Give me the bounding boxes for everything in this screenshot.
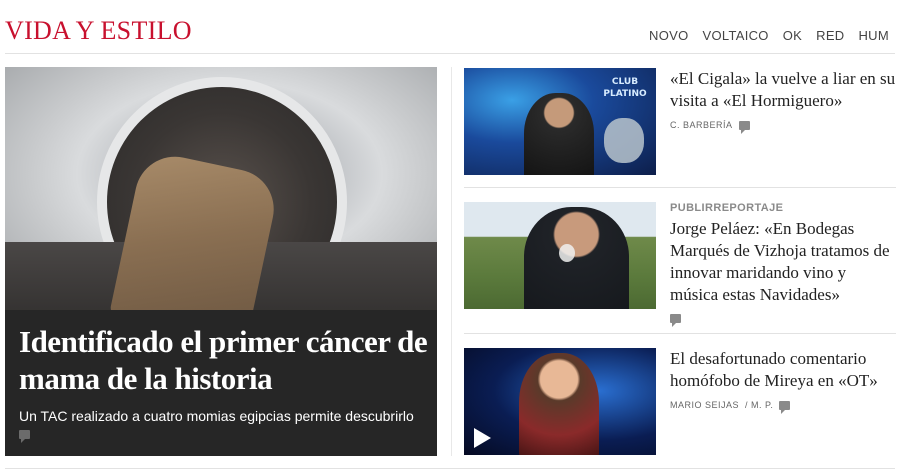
subnav-item-hum[interactable]: HUM <box>858 28 889 43</box>
studio-sign: CLUB PLATINO <box>603 77 647 99</box>
story-kicker: PUBLIRREPORTAJE <box>670 202 784 214</box>
story-divider <box>464 187 896 188</box>
side-story-text: El desafortunado comentario homófobo de … <box>670 348 898 414</box>
main-story-headline[interactable]: Identificado el primer cáncer de mama de… <box>19 323 429 397</box>
comment-icon[interactable] <box>779 400 791 414</box>
section-title[interactable]: VIDA Y ESTILO <box>5 16 192 46</box>
side-story-thumbnail[interactable] <box>464 348 656 455</box>
side-story-byline: MARIO SEIJAS / M. P. <box>670 400 898 414</box>
side-story-headline[interactable]: El desafortunado comentario homófobo de … <box>670 348 898 392</box>
person-shape <box>524 207 629 309</box>
side-story-byline <box>670 314 898 327</box>
wine-glass-shape <box>559 244 575 262</box>
story-divider <box>464 333 896 334</box>
subnav-item-voltaico[interactable]: VOLTAICO <box>703 28 769 43</box>
author-name-secondary[interactable]: / M. P. <box>745 400 773 410</box>
main-story-text: Identificado el primer cáncer de mama de… <box>19 323 429 424</box>
glass-shape <box>604 118 644 163</box>
comment-icon[interactable] <box>738 120 750 134</box>
main-story-comments[interactable] <box>19 426 30 444</box>
side-story-thumbnail[interactable] <box>464 202 656 309</box>
main-story-image[interactable] <box>5 67 437 310</box>
section-subnav: NOVO VOLTAICO OK RED HUM <box>649 28 889 43</box>
main-story-summary: Un TAC realizado a cuatro momias egipcia… <box>19 408 414 424</box>
comment-icon <box>19 430 30 444</box>
main-story[interactable]: Identificado el primer cáncer de mama de… <box>5 67 437 456</box>
side-story-thumbnail[interactable]: CLUB PLATINO <box>464 68 656 175</box>
play-icon[interactable] <box>474 428 491 448</box>
section-header: VIDA Y ESTILO NOVO VOLTAICO OK RED HUM <box>0 0 900 54</box>
side-story-text: «El Cigala» la vuelve a liar en su visit… <box>670 68 898 134</box>
person-shape <box>519 353 599 455</box>
bottom-divider <box>5 468 895 469</box>
comment-icon[interactable] <box>670 314 681 327</box>
subnav-item-novo[interactable]: NOVO <box>649 28 688 43</box>
subnav-item-ok[interactable]: OK <box>783 28 802 43</box>
side-story-headline[interactable]: «El Cigala» la vuelve a liar en su visit… <box>670 68 898 112</box>
person-shape <box>524 93 594 175</box>
side-story-text: PUBLIRREPORTAJE Jorge Peláez: «En Bodega… <box>670 202 898 327</box>
author-name[interactable]: C. BARBERÍA <box>670 120 733 130</box>
column-divider <box>451 67 452 456</box>
author-name[interactable]: MARIO SEIJAS <box>670 400 739 410</box>
side-story-byline: C. BARBERÍA <box>670 120 898 134</box>
side-story-headline[interactable]: Jorge Peláez: «En Bodegas Marqués de Viz… <box>670 218 898 306</box>
subnav-item-red[interactable]: RED <box>816 28 844 43</box>
header-divider <box>5 53 895 54</box>
